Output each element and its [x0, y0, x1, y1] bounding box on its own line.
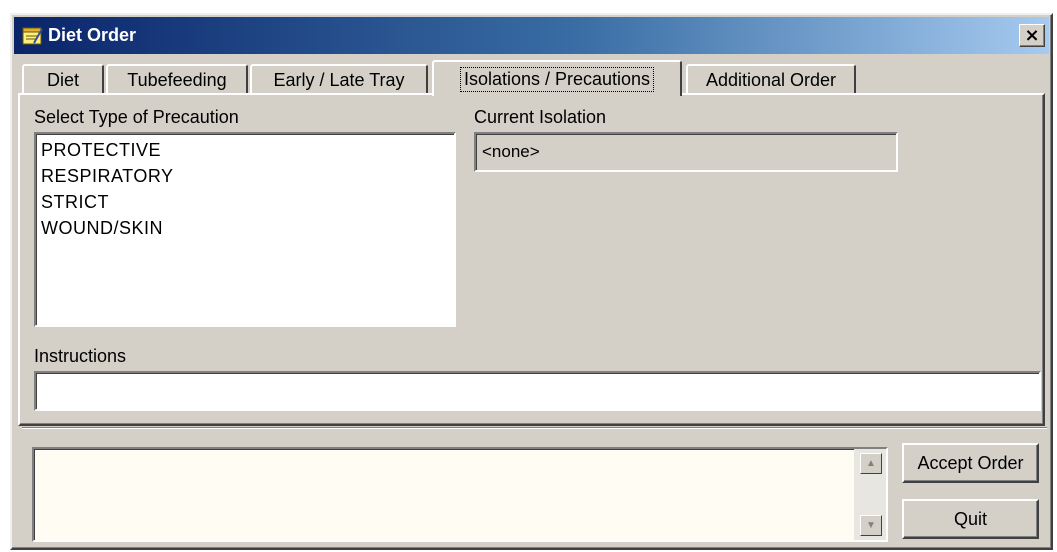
tab-label: Diet	[46, 69, 79, 90]
separator	[22, 427, 1047, 429]
close-button[interactable]: ×	[1019, 24, 1045, 47]
tab-label: Tubefeeding	[127, 69, 227, 90]
notepad-icon	[20, 25, 44, 47]
button-label: Quit	[953, 508, 987, 529]
quit-button[interactable]: Quit	[902, 499, 1039, 539]
instructions-input[interactable]	[34, 371, 1041, 411]
arrow-down-icon: ▼	[866, 520, 876, 531]
list-item[interactable]: WOUND/SKIN	[41, 215, 449, 241]
diet-order-window: Diet Order × Diet Tubefeeding Early / La…	[10, 13, 1053, 550]
tab-label: Additional Order	[705, 69, 837, 90]
list-item[interactable]: STRICT	[41, 189, 449, 215]
window-title: Diet Order	[48, 25, 137, 45]
tab-diet[interactable]: Diet	[22, 64, 104, 94]
close-icon: ×	[1024, 25, 1040, 46]
tab-label: Isolations / Precautions	[459, 66, 655, 92]
tab-isolations-precautions[interactable]: Isolations / Precautions	[432, 60, 682, 96]
scroll-up-button[interactable]: ▲	[860, 453, 882, 474]
scroll-down-button[interactable]: ▼	[860, 515, 882, 536]
memo-scrollbar[interactable]: ▲ ▼	[854, 449, 886, 540]
precaution-listbox[interactable]: PROTECTIVE RESPIRATORY STRICT WOUND/SKIN	[34, 132, 456, 327]
title-bar[interactable]: Diet Order ×	[14, 17, 1049, 54]
arrow-up-icon: ▲	[866, 458, 876, 469]
list-item[interactable]: PROTECTIVE	[41, 137, 449, 163]
order-summary-memo[interactable]: ▲ ▼	[32, 447, 888, 542]
tab-tubefeeding[interactable]: Tubefeeding	[106, 64, 248, 94]
current-isolation-label: Current Isolation	[474, 107, 607, 127]
current-isolation-field: <none>	[474, 132, 898, 172]
tab-label: Early / Late Tray	[273, 69, 405, 90]
precaution-label: Select Type of Precaution	[34, 107, 239, 127]
tab-additional-order[interactable]: Additional Order	[686, 64, 856, 94]
button-label: Accept Order	[917, 452, 1024, 473]
instructions-label: Instructions	[34, 346, 127, 366]
list-item[interactable]: RESPIRATORY	[41, 163, 449, 189]
tab-early-late-tray[interactable]: Early / Late Tray	[250, 64, 428, 94]
accept-order-button[interactable]: Accept Order	[902, 443, 1039, 483]
